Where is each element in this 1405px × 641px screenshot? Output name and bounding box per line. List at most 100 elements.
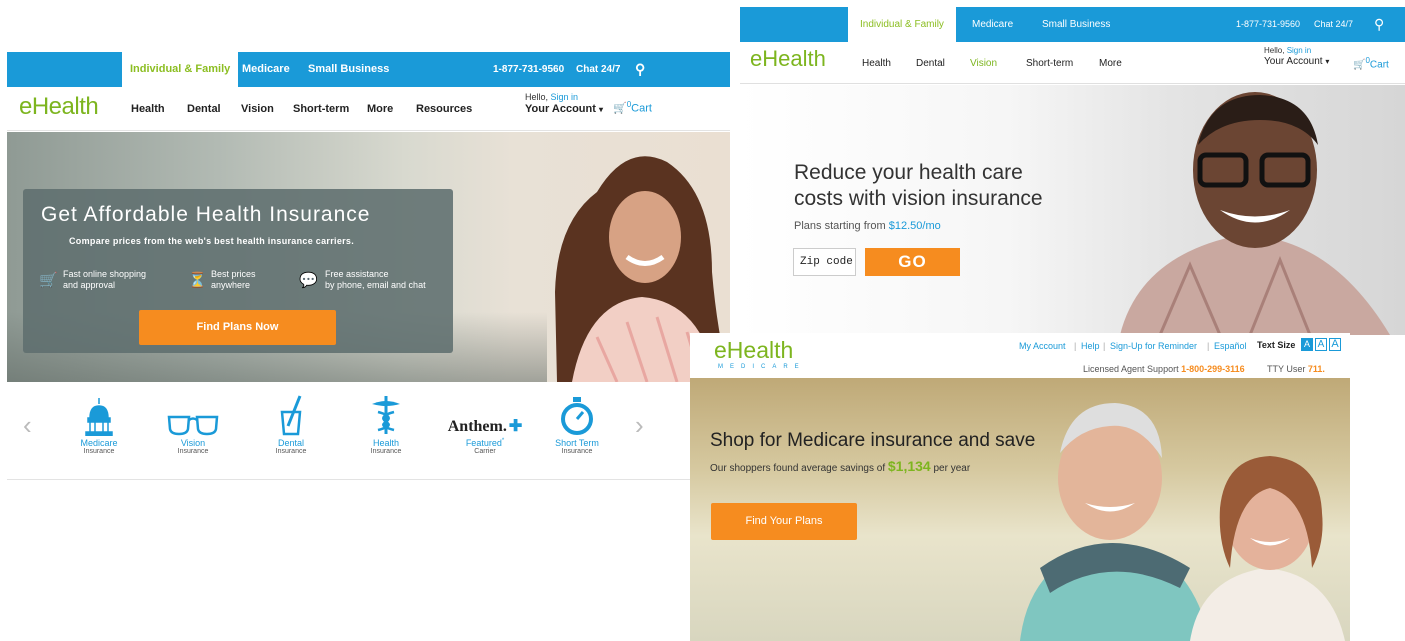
category-label: Dental bbox=[277, 438, 304, 448]
search-icon[interactable]: ⚲ bbox=[1374, 7, 1384, 42]
nav-vision[interactable]: Vision bbox=[241, 103, 274, 115]
senior-couple-photo bbox=[1020, 403, 1345, 641]
medicare-logo-subtext: MEDICARE bbox=[718, 364, 806, 370]
nav-resources[interactable]: Resources bbox=[416, 103, 472, 115]
chevron-down-icon: ▾ bbox=[598, 105, 603, 114]
cart-label: Cart bbox=[631, 102, 652, 115]
glasses-icon bbox=[153, 392, 233, 436]
tab-individual-family[interactable]: Individual & Family bbox=[848, 7, 956, 42]
ehealth-logo[interactable]: eHealth bbox=[750, 46, 826, 72]
nav-short-term[interactable]: Short-term bbox=[1026, 58, 1073, 69]
tab-small-business[interactable]: Small Business bbox=[1030, 7, 1122, 42]
category-featured-carrier[interactable]: Anthem. ✚ Featured* Carrier bbox=[445, 392, 525, 455]
nav-health[interactable]: Health bbox=[862, 58, 891, 69]
account-menu[interactable]: Your Account ▾ bbox=[525, 103, 603, 115]
tab-small-business[interactable]: Small Business bbox=[300, 52, 397, 87]
blue-cross-icon: ✚ bbox=[508, 418, 523, 435]
category-sublabel: Insurance bbox=[561, 448, 593, 455]
my-account-link[interactable]: My Account bbox=[1019, 341, 1066, 351]
category-dental[interactable]: Dental Insurance bbox=[251, 392, 331, 455]
category-sublabel: Insurance bbox=[275, 448, 307, 455]
ehealth-logo[interactable]: eHealth bbox=[19, 93, 99, 121]
chevron-down-icon: ▾ bbox=[1325, 57, 1330, 66]
greeting: Hello, Sign in bbox=[525, 92, 578, 102]
feature-line: anywhere bbox=[211, 280, 251, 290]
nav-short-term[interactable]: Short-term bbox=[293, 103, 349, 115]
hero-banner: Shop for Medicare insurance and save Our… bbox=[690, 378, 1350, 641]
starting-label: Plans starting from bbox=[794, 220, 886, 232]
nav-vision[interactable]: Vision bbox=[970, 58, 997, 69]
nav-health[interactable]: Health bbox=[131, 103, 165, 115]
account-label: Your Account bbox=[525, 103, 596, 115]
carousel-next-arrow[interactable]: › bbox=[635, 410, 644, 441]
nav-dental[interactable]: Dental bbox=[916, 58, 945, 69]
phone-number[interactable]: 1-877-731-9560 bbox=[1236, 7, 1300, 42]
price-tag-icon: ⏳ bbox=[188, 272, 207, 289]
zip-code-input[interactable]: Zip code bbox=[793, 248, 856, 276]
tab-medicare[interactable]: Medicare bbox=[960, 7, 1025, 42]
text-size-large[interactable]: A bbox=[1329, 338, 1341, 351]
feature-line: by phone, email and chat bbox=[325, 280, 426, 290]
savings-amount: $1,134 bbox=[887, 458, 931, 474]
cart-link[interactable]: 🛒0Cart bbox=[1353, 56, 1389, 70]
phone-number[interactable]: 1-877-731-9560 bbox=[493, 52, 564, 87]
tty-label: TTY User bbox=[1267, 364, 1306, 374]
divider: | bbox=[1103, 341, 1106, 351]
smiling-man-with-glasses-photo bbox=[1120, 92, 1390, 335]
feature-line: Free assistance bbox=[325, 269, 389, 279]
reminder-signup-link[interactable]: Sign-Up for Reminder bbox=[1110, 341, 1197, 351]
chat-link[interactable]: Chat 24/7 bbox=[1314, 7, 1353, 42]
hero-subheadline: Compare prices from the web's best healt… bbox=[69, 236, 355, 246]
feature-line: Fast online shopping bbox=[63, 269, 147, 279]
find-plans-now-button[interactable]: Find Plans Now bbox=[139, 310, 336, 345]
top-bar: Individual & Family Medicare Small Busin… bbox=[7, 52, 730, 87]
starting-price: $12.50/mo bbox=[888, 220, 941, 232]
screenshot-vision: Individual & Family Medicare Small Busin… bbox=[740, 7, 1405, 335]
divider: | bbox=[1207, 341, 1210, 351]
starting-price-text: Plans starting from $12.50/mo bbox=[794, 220, 941, 232]
cart-link[interactable]: 🛒0Cart bbox=[613, 100, 652, 115]
agent-phone[interactable]: 1-800-299-3116 bbox=[1181, 364, 1245, 374]
nav-more[interactable]: More bbox=[367, 103, 393, 115]
ehealth-logo[interactable]: eHealth bbox=[714, 337, 793, 364]
nav-dental[interactable]: Dental bbox=[187, 103, 221, 115]
category-short-term[interactable]: Short Term Insurance bbox=[537, 392, 617, 455]
agent-support: Licensed Agent Support 1-800-299-3116 bbox=[1083, 364, 1245, 374]
carousel-prev-arrow[interactable]: ‹ bbox=[23, 410, 32, 441]
hero-overlay-panel: Get Affordable Health Insurance Compare … bbox=[23, 189, 453, 353]
main-nav: eHealth Health Dental Vision Short-term … bbox=[740, 42, 1405, 84]
feature-best-prices: Best prices anywhere bbox=[211, 269, 256, 291]
hero-headline: Shop for Medicare insurance and save bbox=[710, 430, 1036, 451]
tab-individual-family[interactable]: Individual & Family bbox=[122, 52, 239, 87]
tty-number[interactable]: 711. bbox=[1308, 364, 1325, 374]
find-your-plans-button[interactable]: Find Your Plans bbox=[711, 503, 857, 540]
category-label: Medicare bbox=[80, 438, 118, 448]
account-menu[interactable]: Your Account ▾ bbox=[1264, 56, 1329, 67]
chat-link[interactable]: Chat 24/7 bbox=[576, 52, 620, 87]
sign-in-link[interactable]: Sign in bbox=[551, 92, 579, 102]
category-sublabel: Insurance bbox=[83, 448, 115, 455]
caduceus-icon bbox=[346, 392, 426, 436]
category-carousel: ‹ Medicare Insurance Vision Insurance De… bbox=[7, 382, 730, 480]
divider: | bbox=[1074, 341, 1077, 351]
text-size-small[interactable]: A bbox=[1301, 338, 1313, 351]
top-bar: Individual & Family Medicare Small Busin… bbox=[740, 7, 1405, 42]
account-label: Your Account bbox=[1264, 56, 1323, 67]
nav-more[interactable]: More bbox=[1099, 58, 1122, 69]
help-link[interactable]: Help bbox=[1081, 341, 1100, 351]
tab-medicare[interactable]: Medicare bbox=[234, 52, 298, 87]
savings-suffix: per year bbox=[933, 463, 971, 474]
go-button[interactable]: GO bbox=[865, 248, 960, 276]
cart-icon: 🛒 bbox=[39, 272, 58, 289]
espanol-link[interactable]: Español bbox=[1214, 341, 1247, 351]
toothbrush-cup-icon bbox=[251, 392, 331, 436]
category-vision[interactable]: Vision Insurance bbox=[153, 392, 233, 455]
feature-line: and approval bbox=[63, 280, 116, 290]
text-size-medium[interactable]: A bbox=[1315, 338, 1327, 351]
search-icon[interactable]: ⚲ bbox=[635, 52, 645, 87]
featured-text: Featured bbox=[465, 438, 502, 448]
category-medicare[interactable]: Medicare Insurance bbox=[59, 392, 139, 455]
sign-in-link[interactable]: Sign in bbox=[1287, 46, 1311, 55]
headline-line: costs with vision insurance bbox=[794, 187, 1043, 210]
category-health[interactable]: Health Insurance bbox=[346, 392, 426, 455]
